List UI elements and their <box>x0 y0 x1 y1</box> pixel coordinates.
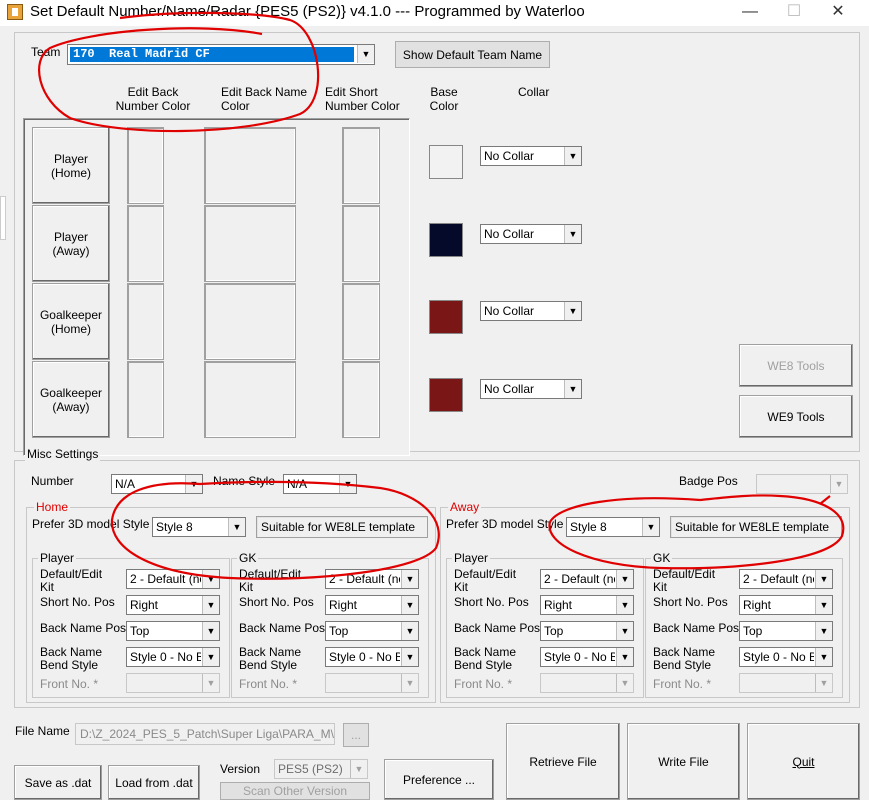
annotation-circle-team <box>38 11 320 133</box>
annotation-circle-home-style <box>110 480 440 580</box>
annotation-circle-away-style <box>548 494 845 570</box>
red-annotation-overlay <box>38 11 845 580</box>
annotation-tick-away <box>819 495 831 505</box>
